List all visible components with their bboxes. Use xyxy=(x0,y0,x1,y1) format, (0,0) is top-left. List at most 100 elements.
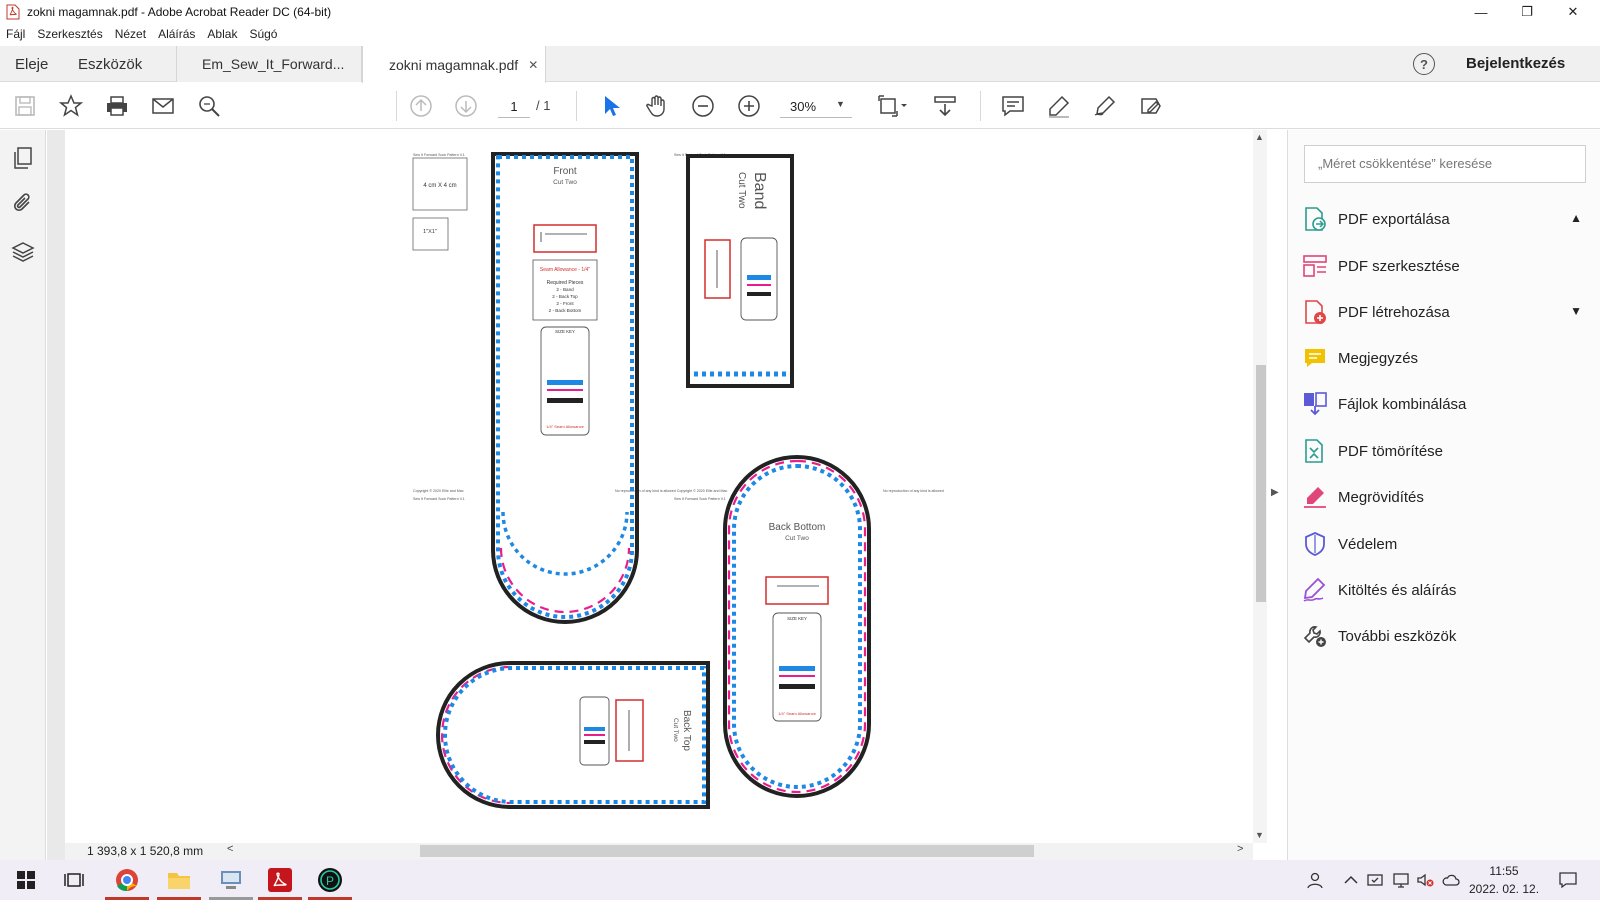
menu-window[interactable]: Ablak xyxy=(207,27,237,41)
clock-date[interactable]: 2022. 02. 12. xyxy=(1462,882,1546,896)
menu-edit[interactable]: Szerkesztés xyxy=(37,27,102,41)
sock-pattern-drawing: Sew It Forward Sock Pattern V.1 Sew It F… xyxy=(412,152,944,809)
band-title: Band xyxy=(751,172,768,209)
hand-pan-icon[interactable] xyxy=(644,93,670,119)
close-tab-icon[interactable]: ✕ xyxy=(528,58,538,72)
email-icon[interactable] xyxy=(150,93,176,119)
menu-file[interactable]: Fájl xyxy=(6,27,25,41)
volume-muted-icon[interactable] xyxy=(1416,871,1434,889)
tab-tools[interactable]: Eszközök xyxy=(78,46,142,82)
clock-time[interactable]: 11:55 xyxy=(1474,864,1534,878)
help-button[interactable]: ? xyxy=(1413,53,1435,75)
menu-sign[interactable]: Aláírás xyxy=(158,27,195,41)
svg-text:P: P xyxy=(326,874,334,888)
network-app-icon[interactable] xyxy=(217,866,245,894)
window-title: zokni magamnak.pdf - Adobe Acrobat Reade… xyxy=(27,5,332,19)
attachments-paperclip-icon[interactable] xyxy=(11,192,35,216)
task-view-icon[interactable] xyxy=(60,866,88,894)
onedrive-cloud-icon[interactable] xyxy=(1442,871,1460,889)
svg-text:1/4" Seam Allowance: 1/4" Seam Allowance xyxy=(778,711,816,716)
close-window-button[interactable]: ✕ xyxy=(1550,0,1596,24)
band-subtitle: Cut Two xyxy=(736,172,747,209)
svg-text:Copyright © 2020 Ellie and Mac: Copyright © 2020 Ellie and Mac xyxy=(413,489,464,493)
add-comment-icon[interactable] xyxy=(1000,93,1026,119)
required-pieces-title: Required Pieces xyxy=(547,280,584,286)
export-pdf-icon xyxy=(1305,207,1326,231)
fit-page-icon[interactable] xyxy=(874,93,910,119)
action-center-icon[interactable] xyxy=(1558,870,1578,890)
tool-combine-files[interactable]: Fájlok kombinálása xyxy=(1302,387,1592,421)
network-icon[interactable] xyxy=(1392,871,1410,889)
seam-allowance-label: Seam Allowance - 1/4" xyxy=(540,267,590,273)
tool-fill-sign[interactable]: Kitöltés és aláírás xyxy=(1302,573,1592,607)
tab-home[interactable]: Eleje xyxy=(15,46,48,82)
chrome-browser-icon[interactable] xyxy=(113,866,141,894)
tool-search-input[interactable]: „Méret csökkentése” keresése xyxy=(1304,145,1586,183)
document-view[interactable]: Sew It Forward Sock Pattern V.1 Sew It F… xyxy=(47,130,1253,860)
page-thumbnails-icon[interactable] xyxy=(11,146,35,170)
tool-create-pdf[interactable]: PDF létrehozása ▼ xyxy=(1302,295,1592,329)
select-cursor-icon[interactable] xyxy=(598,93,624,119)
svg-text:1/4" Seam Allowance: 1/4" Seam Allowance xyxy=(546,424,584,429)
next-page-icon[interactable] xyxy=(453,93,479,119)
back-bottom-title: Back Bottom xyxy=(769,522,826,533)
tab-document-zokni[interactable]: zokni magamnak.pdf ✕ xyxy=(362,46,546,83)
vertical-scroll-thumb[interactable] xyxy=(1256,365,1266,602)
tab-document-zokni-label: zokni magamnak.pdf xyxy=(389,56,519,73)
edit-pdf-icon xyxy=(1303,255,1327,277)
front-piece-seam-line xyxy=(496,155,634,619)
tray-device-icon[interactable] xyxy=(1366,871,1384,889)
horizontal-scroll-thumb[interactable] xyxy=(420,845,1034,857)
page-total: / 1 xyxy=(536,98,551,113)
more-tools-icon xyxy=(1303,626,1326,647)
compress-pdf-icon xyxy=(1305,439,1323,463)
tab-bar: Eleje Eszközök Em_Sew_It_Forward... zokn… xyxy=(0,46,1600,83)
windows-start-icon[interactable] xyxy=(12,866,40,894)
tool-protect[interactable]: Védelem xyxy=(1302,527,1592,561)
svg-text:Sew It Forward Sock Pattern V.: Sew It Forward Sock Pattern V.1 xyxy=(413,497,465,501)
tool-edit-pdf[interactable]: PDF szerkesztése xyxy=(1302,249,1592,283)
minimize-button[interactable]: — xyxy=(1458,0,1504,24)
draw-sign-icon[interactable] xyxy=(1092,93,1118,119)
tool-export-pdf[interactable]: PDF exportálása ▲ xyxy=(1302,202,1592,236)
layers-icon[interactable] xyxy=(11,240,35,264)
chevron-down-icon[interactable]: ▼ xyxy=(1570,304,1582,318)
people-icon[interactable] xyxy=(1306,871,1324,889)
bookmark-star-icon[interactable] xyxy=(58,93,84,119)
show-hidden-icons-chevron-icon[interactable] xyxy=(1342,871,1360,889)
scroll-right-icon[interactable]: > xyxy=(1237,843,1243,855)
scroll-mode-icon[interactable] xyxy=(932,93,958,119)
sign-in-button[interactable]: Bejelentkezés xyxy=(1466,55,1565,72)
tool-compress-pdf[interactable]: PDF tömörítése xyxy=(1302,434,1592,468)
tool-comment[interactable]: Megjegyzés xyxy=(1302,341,1592,375)
scroll-left-icon[interactable]: < xyxy=(227,843,233,855)
pdf-page: Sew It Forward Sock Pattern V.1 Sew It F… xyxy=(65,130,1253,843)
print-icon[interactable] xyxy=(104,93,130,119)
tool-more-tools[interactable]: További eszközök xyxy=(1302,619,1592,653)
highlight-pen-icon[interactable] xyxy=(1046,93,1072,119)
menu-help[interactable]: Súgó xyxy=(249,27,277,41)
acrobat-reader-taskbar-icon[interactable] xyxy=(266,866,294,894)
save-icon[interactable] xyxy=(12,93,38,119)
menu-view[interactable]: Nézet xyxy=(115,27,146,41)
zoom-out-icon[interactable] xyxy=(690,93,716,119)
back-top-title: Back Top xyxy=(681,710,692,751)
svg-text:No reproduction of any kind is: No reproduction of any kind is allowed xyxy=(883,489,944,493)
zoom-in-icon[interactable] xyxy=(736,93,762,119)
front-subtitle: Cut Two xyxy=(553,179,577,186)
search-text-icon[interactable] xyxy=(196,93,222,119)
tool-redact[interactable]: Megrövidítés xyxy=(1302,480,1592,514)
collapse-right-pane-icon[interactable]: ▶ xyxy=(1271,487,1279,498)
page-number-input[interactable]: 1 xyxy=(498,96,530,118)
tab-document-em-sew[interactable]: Em_Sew_It_Forward... xyxy=(176,46,362,82)
back-top-piece-outline xyxy=(436,661,710,809)
previous-page-icon[interactable] xyxy=(408,93,434,119)
chevron-up-icon[interactable]: ▲ xyxy=(1570,211,1582,225)
small-square-label: 1"X1" xyxy=(423,229,437,235)
p-app-icon[interactable]: P xyxy=(316,866,344,894)
fill-sign-tool-icon[interactable] xyxy=(1138,93,1164,119)
zoom-dropdown-icon[interactable]: ▼ xyxy=(836,99,845,109)
restore-button[interactable]: ❐ xyxy=(1504,0,1550,24)
file-explorer-icon[interactable] xyxy=(165,866,193,894)
vertical-scrollbar[interactable]: ▲ ▼ xyxy=(1253,130,1267,843)
